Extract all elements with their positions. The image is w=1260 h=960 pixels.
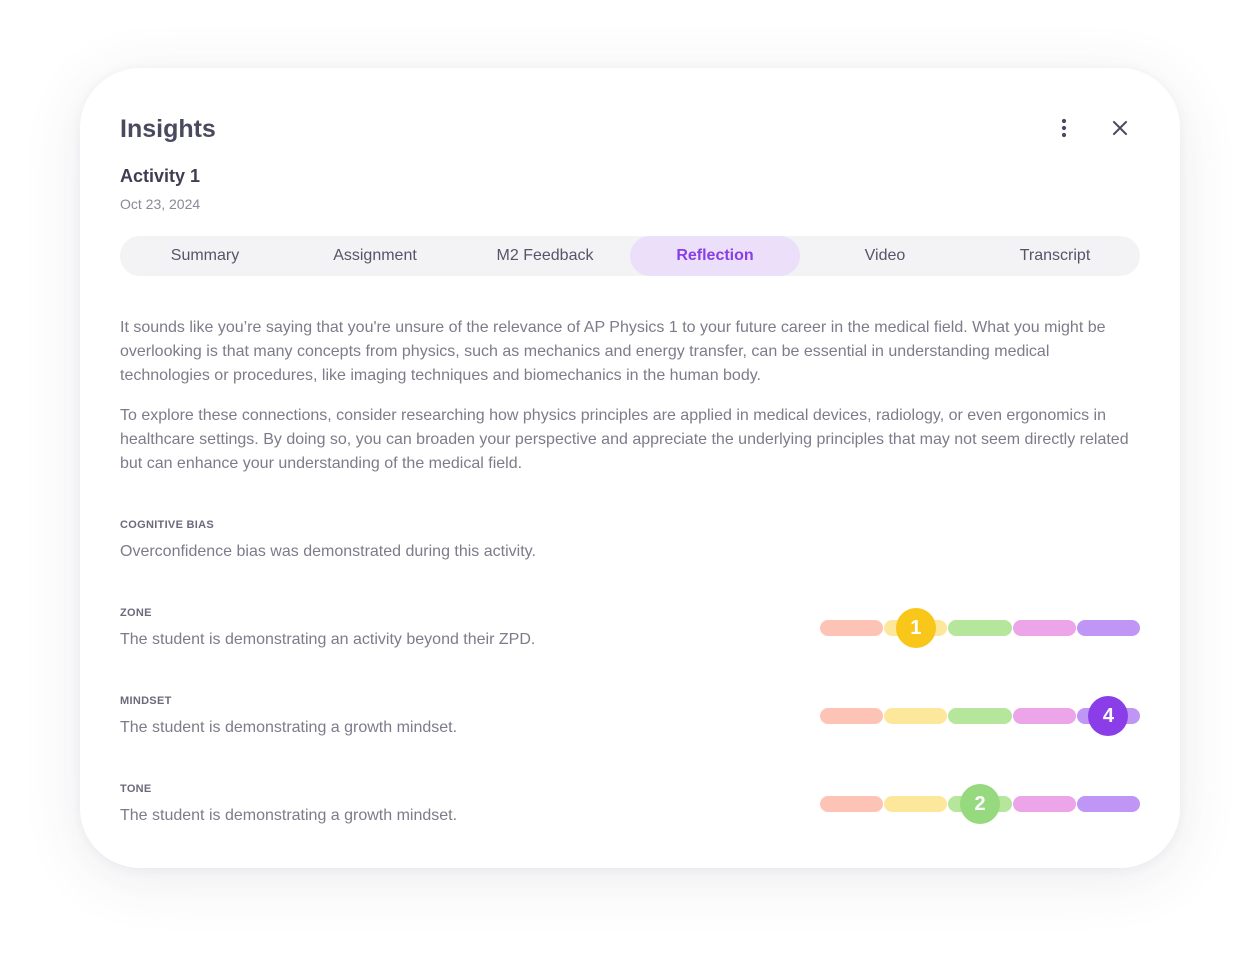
scale-segment bbox=[820, 620, 884, 636]
scale-segment bbox=[820, 708, 884, 724]
zone-text: The student is demonstrating an activity… bbox=[120, 631, 536, 648]
more-options-button[interactable] bbox=[1048, 112, 1080, 144]
cognitive-bias-text: Overconfidence bias was demonstrated dur… bbox=[120, 543, 536, 560]
tab-m2-feedback[interactable]: M2 Feedback bbox=[460, 236, 630, 276]
zone-label: ZONE bbox=[120, 607, 152, 619]
scale-segment bbox=[948, 708, 1012, 724]
tone-level-marker: 2 bbox=[960, 784, 1000, 824]
mindset-scale: 4 bbox=[820, 696, 1141, 736]
cognitive-bias-label: COGNITIVE BIAS bbox=[120, 519, 215, 531]
close-button[interactable] bbox=[1104, 112, 1136, 144]
scale-segment bbox=[884, 708, 948, 724]
insights-panel: Insights Activity 1 Oct 23, 2024 Summary… bbox=[80, 68, 1180, 868]
tab-assignment[interactable]: Assignment bbox=[290, 236, 460, 276]
zone-scale: 1 bbox=[820, 608, 1141, 648]
activity-date: Oct 23, 2024 bbox=[120, 196, 201, 212]
mindset-level-marker: 4 bbox=[1088, 696, 1129, 736]
zone-level-marker: 1 bbox=[895, 608, 936, 648]
close-icon bbox=[1113, 121, 1127, 135]
scale-segment bbox=[1076, 796, 1141, 812]
activity-title: Activity 1 bbox=[120, 166, 201, 186]
tone-text: The student is demonstrating a growth mi… bbox=[120, 807, 458, 824]
scale-segment bbox=[1012, 620, 1076, 636]
scale-segment bbox=[948, 620, 1012, 636]
reflection-paragraph: It sounds like you’re saying that you're… bbox=[120, 319, 1106, 384]
scale-segment bbox=[1076, 620, 1141, 636]
scale-segment bbox=[820, 796, 884, 812]
vertical-dots-icon bbox=[1061, 118, 1067, 138]
tab-bar: Summary Assignment M2 Feedback Reflectio… bbox=[120, 236, 1140, 276]
tone-scale: 2 bbox=[820, 784, 1141, 824]
tab-summary[interactable]: Summary bbox=[120, 236, 290, 276]
mindset-label: MINDSET bbox=[120, 695, 172, 707]
scale-segment bbox=[1012, 708, 1076, 724]
tab-reflection[interactable]: Reflection bbox=[630, 236, 800, 276]
reflection-paragraph: To explore these connections, consider r… bbox=[120, 407, 1129, 472]
tab-transcript[interactable]: Transcript bbox=[970, 236, 1140, 276]
tone-label: TONE bbox=[120, 783, 152, 795]
mindset-text: The student is demonstrating a growth mi… bbox=[120, 719, 458, 736]
scale-segment bbox=[1012, 796, 1076, 812]
tab-video[interactable]: Video bbox=[800, 236, 970, 276]
scale-segment bbox=[884, 796, 948, 812]
panel-title: Insights bbox=[120, 115, 216, 143]
